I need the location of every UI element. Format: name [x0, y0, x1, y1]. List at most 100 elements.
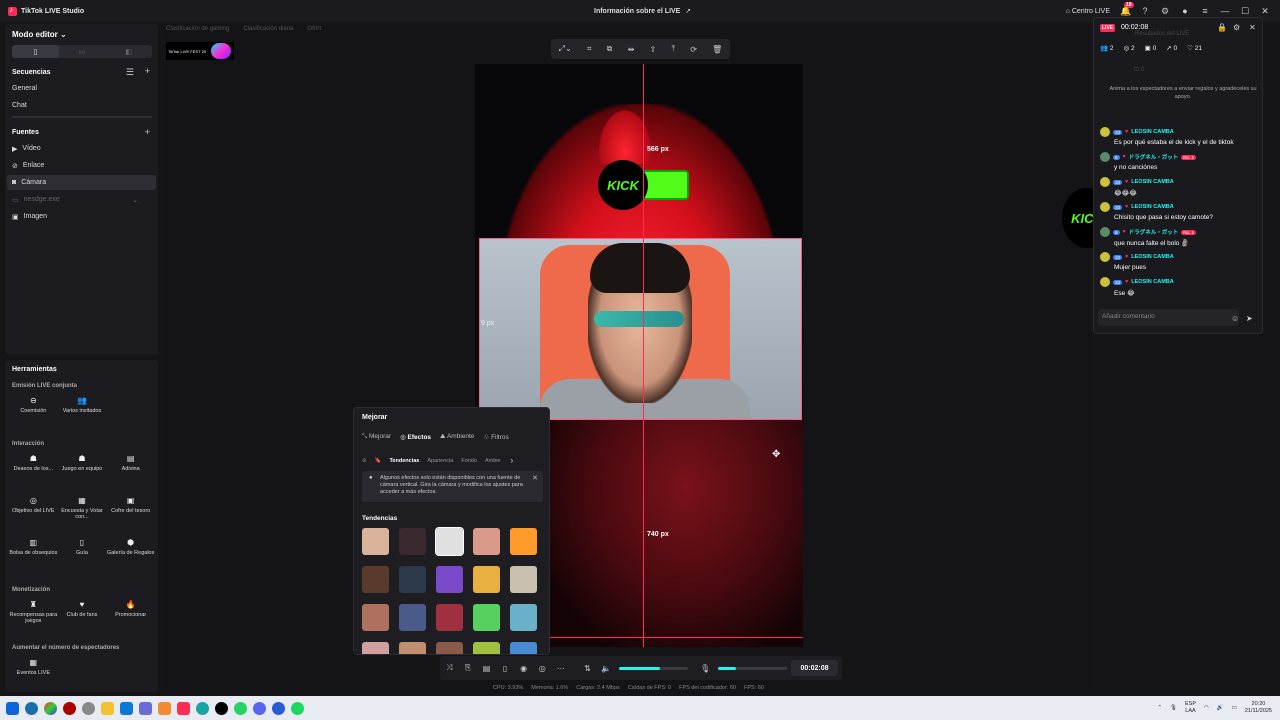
avatar[interactable]: ●	[1180, 6, 1190, 16]
maximize-icon[interactable]: ☐	[1240, 6, 1250, 17]
steam-icon[interactable]	[25, 701, 38, 715]
layer-top-icon[interactable]: ⤒	[671, 44, 675, 54]
comment-input[interactable]: Añadir comentario	[1098, 309, 1239, 326]
reset-icon[interactable]: ⟳	[690, 45, 697, 54]
subtab-ambiente[interactable]: Ambie	[485, 458, 501, 464]
close-icon[interactable]: ✕	[1260, 6, 1270, 17]
sequence-chat[interactable]: Chat	[12, 102, 27, 109]
tool-objetivo[interactable]: ◎ Objetivo del LIVE	[9, 492, 58, 534]
volume-slider[interactable]	[619, 666, 688, 670]
tool-eventos[interactable]: ▦ Eventos LIVE	[9, 654, 58, 696]
source-video[interactable]: ▶ Vídeo	[7, 141, 156, 156]
subtab-tendencias[interactable]: Tendencias	[389, 458, 419, 464]
folder-icon[interactable]	[101, 701, 114, 715]
effect-thumb[interactable]	[436, 642, 463, 654]
tool-club-fans[interactable]: ♥ Club de fans	[58, 596, 107, 638]
tab-daily[interactable]: Clasificación diaria	[243, 26, 293, 32]
effect-thumb[interactable]	[399, 642, 426, 654]
username[interactable]: LEOSIN CAMBA	[1131, 279, 1173, 285]
clock[interactable]: 20:20 21/11/2025	[1245, 701, 1272, 715]
effect-thumb[interactable]	[510, 528, 537, 555]
tool-promocionar[interactable]: 🔥 Promocionar	[106, 596, 155, 638]
effect-thumb[interactable]	[362, 604, 389, 631]
live-info-title[interactable]: Información sobre el LIVE ➚	[594, 7, 691, 16]
spotify-icon[interactable]	[291, 701, 304, 715]
ai-icon[interactable]	[158, 701, 171, 715]
tool-coemision[interactable]: ⊖ Coemisión	[9, 392, 58, 434]
tool-galeria[interactable]: ⬢ Galería de Regalos	[106, 534, 155, 576]
record-icon[interactable]: ◉	[514, 664, 533, 673]
effect-thumb[interactable]	[399, 566, 426, 593]
effect-thumb[interactable]	[473, 528, 500, 555]
tool-bolsa[interactable]: ▥ Bolsa de obsequios	[9, 534, 58, 576]
tool-varios-invitados[interactable]: 👥 Varios invitados	[58, 392, 107, 434]
tab-ambiente[interactable]: ⛰ Ambiente	[440, 433, 474, 441]
tool-encuesta[interactable]: ▦ Encuesta y Votar con...	[58, 492, 107, 534]
avatar[interactable]	[1100, 227, 1110, 237]
avatar[interactable]	[1100, 202, 1110, 212]
menu-icon[interactable]: ≡	[1200, 6, 1210, 16]
source-camera[interactable]: ◙ Cámara	[7, 175, 156, 190]
chat-message[interactable]: 6 ♥ ドラグネル・ガット No. 1 y no canciónes	[1100, 152, 1260, 171]
chat-message[interactable]: 10 ♥ LEOSIN CAMBA Chisito que pasa si estoy…	[1100, 202, 1260, 221]
username[interactable]: LEOSIN CAMBA	[1131, 204, 1173, 210]
flip-icon[interactable]: ⇹	[628, 45, 635, 54]
effect-thumb[interactable]	[473, 566, 500, 593]
effect-thumb[interactable]	[436, 604, 463, 631]
effect-thumb[interactable]	[362, 642, 389, 654]
record-app-icon[interactable]	[63, 701, 76, 715]
tab-efectos[interactable]: ◎ Efectos	[400, 433, 431, 441]
add-source-icon[interactable]: +	[145, 127, 150, 137]
app-icon[interactable]	[139, 701, 152, 715]
live-fest-banner[interactable]: TikTok LIVE FEST 25	[166, 42, 234, 60]
minimize-icon[interactable]: —	[1220, 6, 1230, 16]
effect-thumb[interactable]	[473, 642, 500, 654]
username[interactable]: LEOSIN CAMBA	[1131, 179, 1173, 185]
tab-mejorar[interactable]: ⤡ Mejorar	[362, 433, 391, 441]
replay-icon[interactable]: ◎	[533, 664, 552, 673]
gear-icon[interactable]: ⚙	[1160, 6, 1170, 17]
avatar[interactable]	[1100, 252, 1110, 262]
chevron-down-icon[interactable]: ⌄	[132, 196, 138, 204]
mic-slider[interactable]	[718, 666, 787, 670]
avatar[interactable]	[1100, 127, 1110, 137]
sequence-general[interactable]: General	[12, 85, 37, 92]
screen-icon[interactable]: ▤	[477, 664, 496, 673]
effect-thumb[interactable]	[399, 528, 426, 555]
chevron-right-icon[interactable]: ›	[511, 456, 514, 465]
phone-icon[interactable]: ▯	[496, 664, 515, 673]
effect-thumb[interactable]	[362, 566, 389, 593]
edge2-icon[interactable]	[196, 701, 209, 715]
camera-source[interactable]	[479, 238, 802, 420]
share-icon[interactable]: ➚	[685, 7, 691, 15]
mic-icon[interactable]: 🎙	[696, 664, 715, 673]
avatar[interactable]	[1100, 152, 1110, 162]
effect-thumb[interactable]	[473, 604, 500, 631]
speaker-icon[interactable]: 🔈	[597, 664, 616, 673]
copy-icon[interactable]: ⧉	[607, 44, 613, 54]
source-image[interactable]: ▣ Imagen	[7, 209, 156, 224]
username[interactable]: LEOSIN CAMBA	[1131, 129, 1173, 135]
tool-deseos[interactable]: ☗ Deseos de los...	[9, 450, 58, 492]
lock-icon[interactable]: 🔒	[1217, 23, 1227, 32]
username[interactable]: ドラグネル・ガット	[1129, 228, 1179, 236]
tool-adivina[interactable]: ▤ Adivina	[106, 450, 155, 492]
browser-icon[interactable]	[44, 701, 57, 715]
effect-thumb[interactable]	[510, 604, 537, 631]
tab-gaming[interactable]: Clasificación de gaming	[166, 26, 229, 32]
chevron-up-icon[interactable]: ⌃	[1157, 705, 1162, 711]
avatar[interactable]	[1100, 177, 1110, 187]
edge-icon[interactable]	[120, 701, 133, 715]
settings-app-icon[interactable]	[82, 701, 95, 715]
tool-recompensas[interactable]: ♜ Recompensas para juegos	[9, 596, 58, 638]
help-icon[interactable]: ?	[1140, 6, 1150, 16]
bell-icon[interactable]: 🔔	[1120, 6, 1131, 17]
effect-thumb[interactable]	[435, 527, 464, 556]
split-layout-button[interactable]: ◧	[105, 45, 152, 58]
layer-up-icon[interactable]: ⇧	[650, 45, 657, 54]
layout-icon[interactable]: ⎘	[459, 663, 478, 673]
username[interactable]: ドラグネル・ガット	[1129, 153, 1179, 161]
subtab-fondo[interactable]: Fondo	[461, 458, 477, 464]
trash-icon[interactable]: 🗑	[712, 45, 722, 54]
close-chat-icon[interactable]: ✕	[1249, 23, 1256, 32]
